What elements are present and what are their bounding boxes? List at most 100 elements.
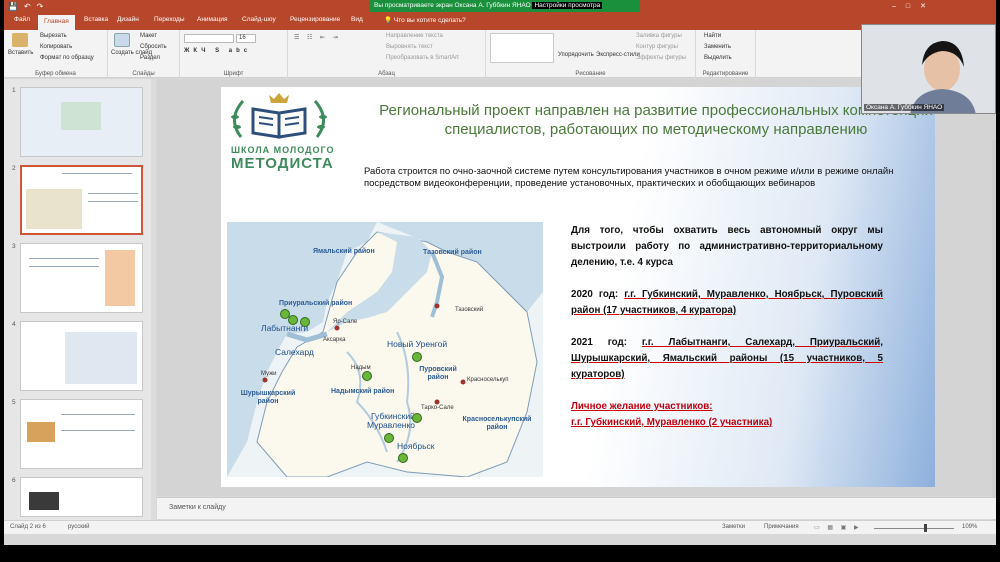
format-painter-button[interactable]: Формат по образцу [40, 55, 94, 61]
thumb-image [105, 250, 135, 306]
tab-file[interactable]: Файл [14, 16, 30, 23]
language-indicator[interactable]: русский [68, 524, 90, 530]
slide-thumbnail[interactable] [20, 87, 143, 157]
list-buttons[interactable]: ☰ ☷ ⇤ ⇥ [294, 34, 341, 41]
font-size-field[interactable]: 16 [236, 34, 256, 43]
zoom-level[interactable]: 109% [962, 524, 977, 530]
thumb-line [88, 201, 138, 202]
thumbnails-scrollbar[interactable] [151, 79, 156, 520]
presenter-video [862, 25, 995, 113]
section-button[interactable]: Раздел [140, 55, 160, 61]
paste-button[interactable]: Вставить [8, 50, 33, 56]
view-buttons[interactable]: ▭ ▦ ▣ ▶ [814, 524, 862, 531]
slide-thumbnail[interactable] [20, 243, 143, 313]
screen-share-banner: Вы просматриваете экран Оксана А. Губбки… [370, 0, 640, 12]
thumb-number: 1 [12, 87, 16, 94]
quick-access-toolbar[interactable]: 💾↶↷ [8, 2, 49, 11]
view-settings-button[interactable]: Настройки просмотра [532, 2, 603, 9]
window-controls[interactable]: –□✕ [892, 2, 936, 10]
map-markers [262, 303, 466, 463]
new-slide-icon[interactable] [114, 33, 130, 47]
slide-thumbnail[interactable] [20, 399, 143, 469]
group-paragraph: ☰ ☷ ⇤ ⇥ Направление текста Выровнять тек… [288, 30, 486, 78]
group-label: Редактирование [702, 71, 749, 77]
slide-canvas[interactable]: ШКОЛА МОЛОДОГО МЕТОДИСТА Региональный пр… [221, 87, 935, 487]
status-bar: Слайд 2 из 6 русский Заметки Примечания … [4, 520, 996, 534]
align-text-button[interactable]: Выровнять текст [386, 44, 433, 50]
group-slides: Создать слайд Макет Сбросить Раздел Слай… [108, 30, 180, 78]
tell-me-search[interactable]: 💡 Что вы хотите сделать? [384, 16, 466, 24]
group-clipboard: Вставить Вырезать Копировать Формат по о… [4, 30, 108, 78]
text-direction-button[interactable]: Направление текста [386, 33, 443, 39]
thumb-number: 5 [12, 399, 16, 406]
webcam-video: Оксана А. Губбкин ЯНАО [861, 24, 996, 114]
group-label: Слайды [132, 71, 155, 77]
comments-toggle[interactable]: Примечания [764, 524, 799, 530]
group-label: Абзац [378, 71, 395, 77]
slide-thumbnail-selected[interactable] [20, 165, 143, 235]
slide-thumbnail[interactable] [20, 321, 143, 391]
group-font: 16 ЖКЧ S abc Шрифт [180, 30, 288, 78]
cut-button[interactable]: Вырезать [40, 33, 67, 39]
group-label: Буфер обмена [35, 71, 76, 77]
thumb-number: 6 [12, 477, 16, 484]
shape-effects-button[interactable]: Эффекты фигуры [636, 55, 686, 61]
tab-design[interactable]: Дизайн [117, 16, 139, 23]
paste-icon[interactable] [12, 33, 28, 47]
zoom-slider[interactable] [874, 528, 954, 529]
thumb-image [27, 422, 55, 442]
thumb-number: 3 [12, 243, 16, 250]
replace-button[interactable]: Заменить [704, 44, 731, 50]
tab-view[interactable]: Вид [351, 16, 363, 23]
thumb-logo [61, 102, 101, 130]
shapes-gallery[interactable] [490, 33, 554, 63]
group-label: Рисование [575, 71, 606, 77]
group-drawing: Упорядочить Экспресс-стили Заливка фигур… [486, 30, 696, 78]
group-editing: Найти Заменить Выделить Редактирование [696, 30, 756, 78]
tab-insert[interactable]: Вставка [84, 16, 108, 23]
slide-facts: Для того, чтобы охватить весь автономный… [571, 223, 883, 431]
tab-transitions[interactable]: Переходы [154, 16, 185, 23]
shape-outline-button[interactable]: Контур фигуры [636, 44, 678, 50]
thumb-line [88, 193, 138, 194]
font-family-field[interactable] [184, 34, 234, 43]
thumb-table [65, 332, 137, 384]
select-button[interactable]: Выделить [704, 55, 732, 61]
logo-line2: МЕТОДИСТА [231, 155, 334, 172]
copy-button[interactable]: Копировать [40, 44, 72, 50]
fact-courses: Для того, чтобы охватить весь автономный… [571, 225, 883, 268]
tab-review[interactable]: Рецензирование [290, 16, 340, 23]
thumb-number: 4 [12, 321, 16, 328]
smartart-button[interactable]: Преобразовать в SmartArt [386, 55, 459, 61]
book-laurel-icon [231, 93, 327, 139]
tell-me-text: Что вы хотите сделать? [393, 17, 466, 24]
wish-title: Личное желание участников: [571, 401, 713, 412]
reset-button[interactable]: Сбросить [140, 44, 167, 50]
notes-pane[interactable]: Заметки к слайду [157, 497, 996, 519]
zoom-slider-knob[interactable] [924, 524, 927, 532]
shape-fill-button[interactable]: Заливка фигуры [636, 33, 682, 39]
share-banner-text: Вы просматриваете экран Оксана А. Губбки… [374, 2, 531, 9]
thumb-image [29, 492, 59, 510]
tab-slideshow[interactable]: Слайд-шоу [242, 16, 276, 23]
font-format-buttons[interactable]: ЖКЧ S abc [184, 48, 251, 54]
slide-counter: Слайд 2 из 6 [10, 524, 46, 530]
webcam-name: Оксана А. Губбкин ЯНАО [864, 104, 945, 111]
fact-2021-year: 2021 год: [571, 337, 627, 348]
logo-line1: ШКОЛА МОЛОДОГО [231, 145, 335, 155]
fact-2020: 2020 год: г.г. Губкинский, Муравленко, Н… [571, 287, 883, 319]
slide-thumbnail[interactable] [20, 477, 143, 517]
tab-home[interactable]: Главная [38, 15, 75, 30]
slide-title: Региональный проект направлен на развити… [379, 102, 933, 138]
fact-2021: 2021 год: г.г. Лабытнанги, Салехард, При… [571, 335, 883, 383]
find-button[interactable]: Найти [704, 33, 721, 39]
quick-styles-button[interactable]: Экспресс-стили [596, 52, 640, 58]
tab-animations[interactable]: Анимация [197, 16, 228, 23]
notes-toggle[interactable]: Заметки [722, 524, 745, 530]
layout-button[interactable]: Макет [140, 33, 157, 39]
thumb-line [29, 266, 99, 267]
arrange-button[interactable]: Упорядочить [558, 52, 594, 58]
ribbon: Вставить Вырезать Копировать Формат по о… [4, 30, 996, 78]
editor-scrollbar[interactable] [992, 140, 996, 520]
yamal-map: Ямальский район Тазовский район Приураль… [227, 222, 543, 477]
